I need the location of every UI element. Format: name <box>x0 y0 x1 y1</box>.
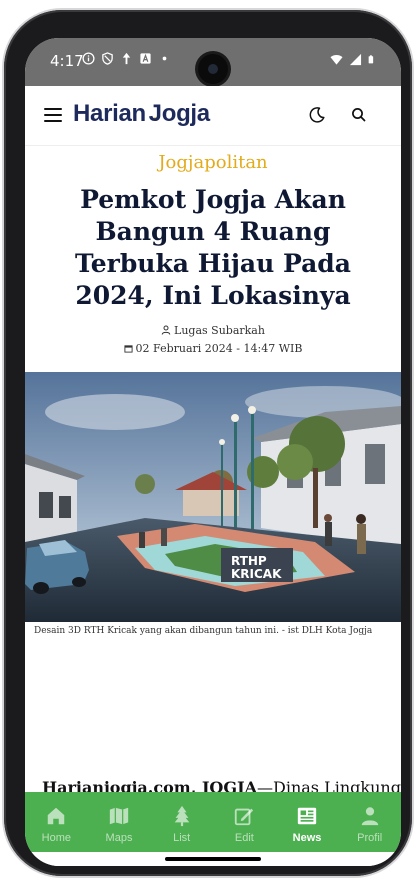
nav-item-news[interactable]: News <box>276 792 339 852</box>
nav-item-home[interactable]: Home <box>25 792 88 852</box>
phone-frame: 4:17 Harian .Jogja Jogjapolitan Pemkot J… <box>4 10 412 876</box>
article-date: 02 Februari 2024 - 14:47 WIB <box>25 342 401 355</box>
map-icon <box>109 807 129 825</box>
nav-item-list[interactable]: List <box>150 792 213 852</box>
search-button[interactable] <box>349 105 369 125</box>
dark-mode-icon <box>309 107 325 123</box>
edit-icon <box>235 808 254 826</box>
status-icons-right <box>330 53 377 66</box>
nav-item-profil[interactable]: Profil <box>338 792 401 852</box>
nav-item-edit[interactable]: Edit <box>213 792 276 852</box>
status-icons-left <box>82 52 171 65</box>
person-icon <box>161 325 171 335</box>
nav-label-maps: Maps <box>105 832 133 844</box>
calendar-icon <box>123 345 133 353</box>
article-category[interactable]: Jogjapolitan <box>25 152 401 173</box>
brand-logo[interactable]: Harian .Jogja <box>73 100 210 128</box>
nav-label-edit: Edit <box>234 832 254 844</box>
status-bar: 4:17 <box>25 38 401 86</box>
search-icon <box>352 108 366 122</box>
nav-label-news: News <box>292 832 322 844</box>
article-content[interactable]: Jogjapolitan Pemkot Jogja Akan Bangun 4 … <box>25 146 401 820</box>
status-time: 4:17 <box>50 52 84 70</box>
front-camera <box>198 54 228 84</box>
image-sign-line1: RTHP <box>231 554 267 568</box>
shield-icon <box>102 52 113 65</box>
author-name: Lugas Subarkah <box>174 324 265 337</box>
dot-icon <box>162 56 167 61</box>
nav-label-home: Home <box>41 832 71 844</box>
nav-label-list: List <box>173 832 191 844</box>
nav-item-maps[interactable]: Maps <box>88 792 151 852</box>
person-icon <box>361 807 378 826</box>
brand-name-harian: Harian <box>73 100 146 127</box>
nav-label-profil: Profil <box>357 832 383 844</box>
info-icon <box>82 52 95 65</box>
home-indicator[interactable] <box>165 857 261 861</box>
newspaper-icon <box>297 807 317 825</box>
wifi-icon <box>330 54 343 65</box>
article-hero-image[interactable]: RTHP KRICAK <box>25 372 401 622</box>
screen: 4:17 Harian .Jogja Jogjapolitan Pemkot J… <box>25 38 401 866</box>
tree-icon <box>174 805 190 827</box>
brand-name-jogja: Jogja <box>148 100 210 127</box>
image-caption: Desain 3D RTH Kricak yang akan dibangun … <box>34 626 373 636</box>
menu-button[interactable] <box>44 108 62 122</box>
home-icon <box>48 807 65 825</box>
dark-mode-button[interactable] <box>307 105 327 125</box>
publish-date: 02 Februari 2024 - 14:47 WIB <box>135 342 303 355</box>
data-saver-icon <box>122 52 131 65</box>
menu-icon <box>44 108 62 111</box>
bottom-navigation: Home Maps List Edit News Profil <box>25 792 401 852</box>
article-author: Lugas Subarkah <box>25 324 401 337</box>
app-header: Harian .Jogja <box>25 86 401 146</box>
article-title: Pemkot Jogja Akan Bangun 4 Ruang Terbuka… <box>75 185 351 310</box>
battery-icon <box>368 55 374 64</box>
image-sign-line2: KRICAK <box>231 567 282 581</box>
signal-icon <box>349 53 362 66</box>
a-box-icon <box>140 53 151 64</box>
